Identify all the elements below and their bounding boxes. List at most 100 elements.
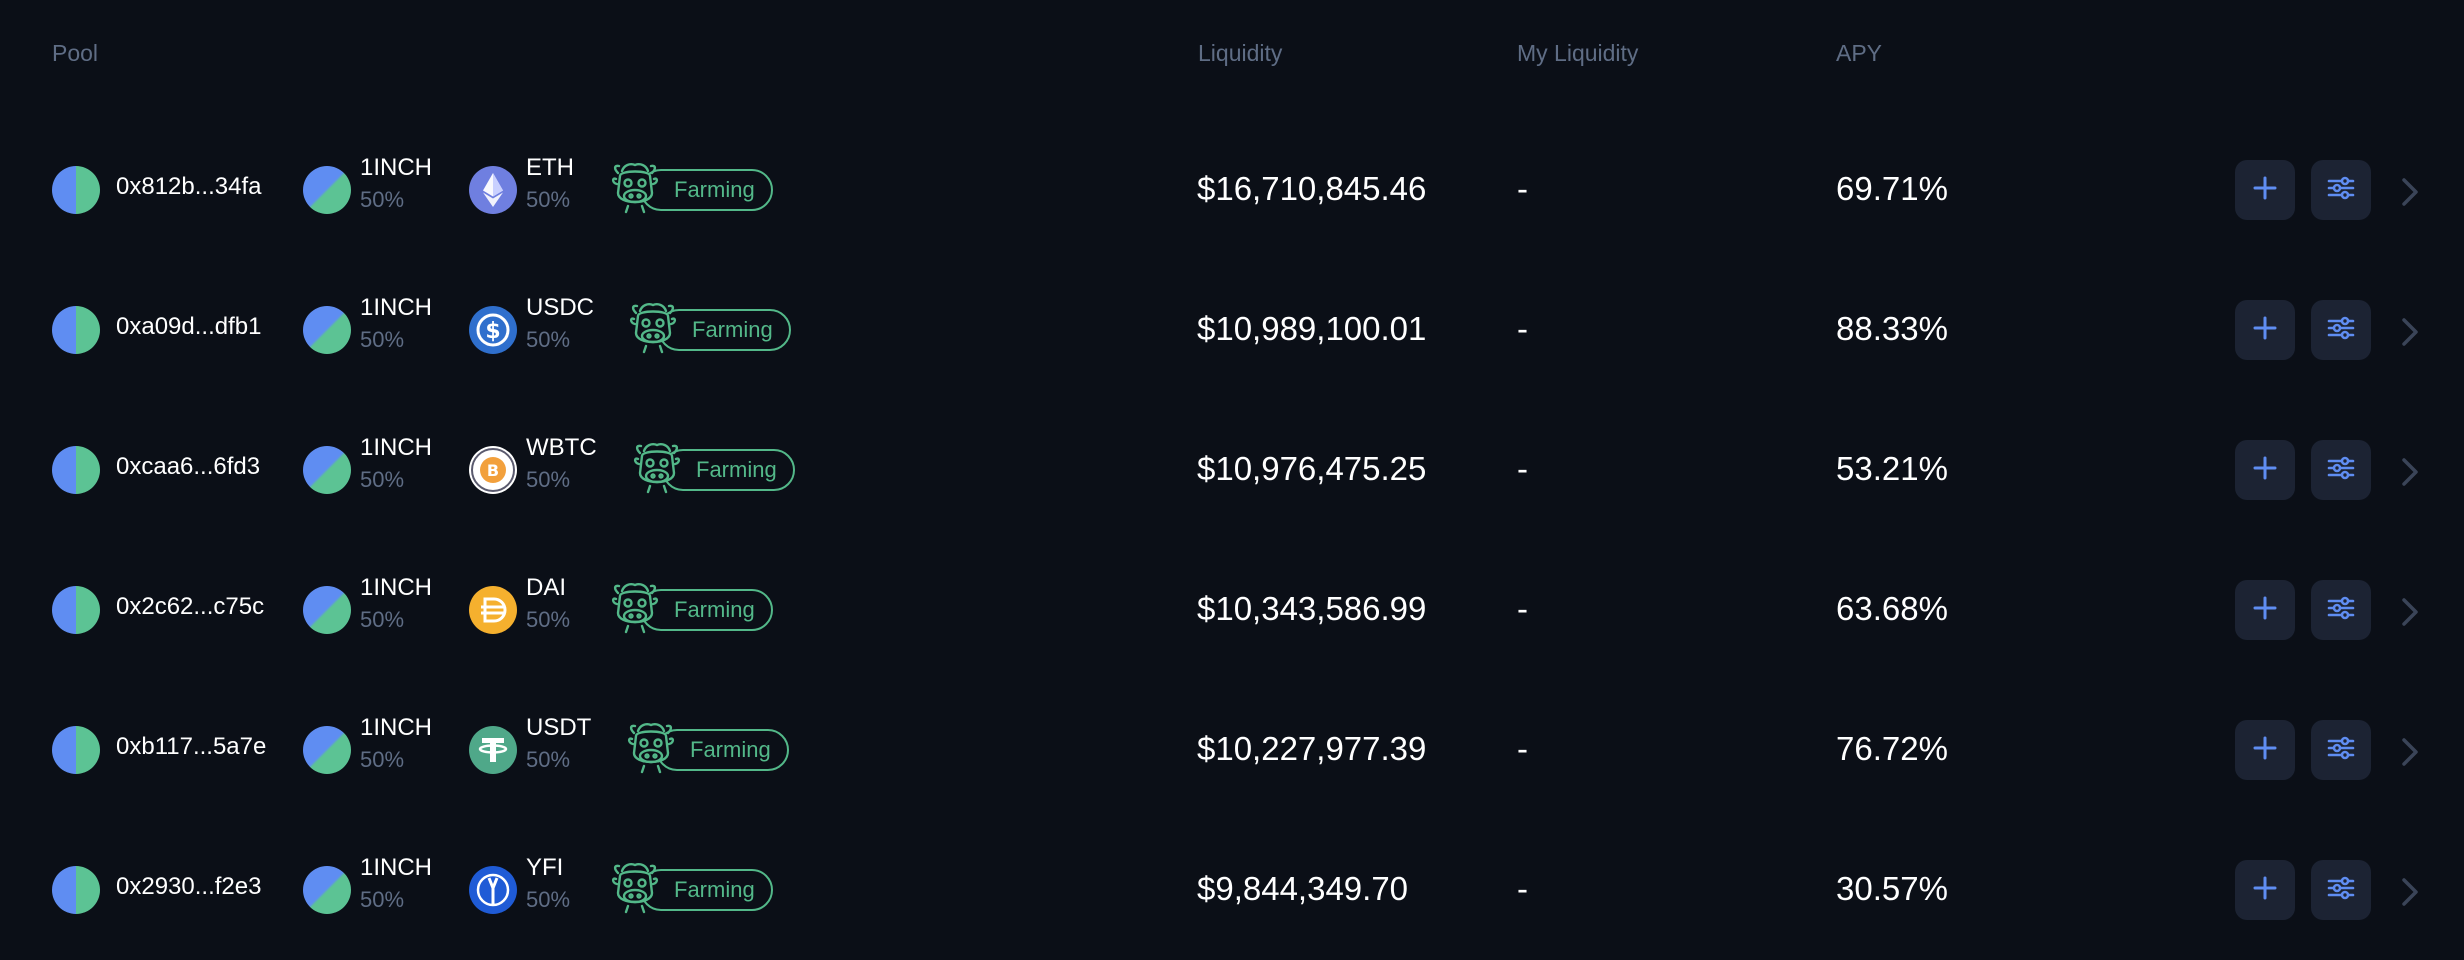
token2-share: 50%	[526, 187, 571, 212]
apy-value: 63.68%	[1836, 590, 1948, 627]
token2-share: 50%	[526, 327, 571, 352]
chevron-right-icon[interactable]	[2396, 732, 2424, 772]
column-header-pool[interactable]: Pool	[52, 40, 98, 67]
column-header-my-liquidity[interactable]: My Liquidity	[1517, 40, 1638, 67]
usdt-icon	[469, 726, 517, 774]
cow-icon	[610, 579, 660, 639]
column-header-apy[interactable]: APY	[1836, 40, 1882, 67]
my-liquidity-value: -	[1517, 310, 1528, 347]
pool-address[interactable]: 0xa09d...dfb1	[116, 313, 261, 341]
token1-symbol: 1INCH	[360, 434, 433, 461]
chevron-right-icon[interactable]	[2396, 312, 2424, 352]
chevron-right-icon[interactable]	[2396, 172, 2424, 212]
manage-liquidity-button[interactable]	[2311, 720, 2371, 780]
pool-address[interactable]: 0x812b...34fa	[116, 173, 261, 201]
token1-symbol: 1INCH	[360, 714, 433, 741]
cow-icon	[610, 159, 660, 219]
cow-icon	[628, 299, 678, 359]
token2-share: 50%	[526, 607, 571, 632]
chevron-right-icon[interactable]	[2396, 872, 2424, 912]
pool-row[interactable]: 0x2930...f2e3 1INCH 50% YFI 50% Farming $9,84…	[0, 820, 2464, 960]
pool-address[interactable]: 0xcaa6...6fd3	[116, 453, 260, 481]
pool-row[interactable]: 0x812b...34fa 1INCH 50% ETH 50% Farming $16,7…	[0, 120, 2464, 260]
apy-value: 76.72%	[1836, 730, 1948, 767]
add-liquidity-button[interactable]	[2235, 300, 2295, 360]
token2-share: 50%	[526, 887, 571, 912]
token1-symbol: 1INCH	[360, 574, 433, 601]
svg-text:B: B	[487, 461, 499, 480]
apy-value: 53.21%	[1836, 450, 1948, 487]
liquidity-value: $10,976,475.25	[1197, 450, 1427, 487]
sliders-icon	[2326, 594, 2356, 627]
column-header-liquidity[interactable]: Liquidity	[1198, 40, 1282, 67]
token2-symbol: USDT	[526, 714, 592, 741]
cow-icon	[610, 859, 660, 919]
chevron-right-icon[interactable]	[2396, 452, 2424, 492]
token1-share: 50%	[360, 887, 405, 912]
apy-value: 30.57%	[1836, 870, 1948, 907]
liquidity-value: $10,989,100.01	[1197, 310, 1427, 347]
add-liquidity-button[interactable]	[2235, 580, 2295, 640]
1inch-icon	[303, 726, 351, 774]
liquidity-value: $10,227,977.39	[1197, 730, 1427, 767]
1inch-icon	[303, 166, 351, 214]
token1-share: 50%	[360, 467, 405, 492]
plus-icon	[2251, 734, 2279, 767]
add-liquidity-button[interactable]	[2235, 160, 2295, 220]
cow-icon	[632, 439, 682, 499]
manage-liquidity-button[interactable]	[2311, 160, 2371, 220]
sliders-icon	[2326, 314, 2356, 347]
sliders-icon	[2326, 874, 2356, 907]
1inch-icon	[303, 866, 351, 914]
token2-share: 50%	[526, 467, 571, 492]
pool-address[interactable]: 0xb117...5a7e	[116, 733, 266, 761]
sliders-icon	[2326, 454, 2356, 487]
sliders-icon	[2326, 734, 2356, 767]
pool-address[interactable]: 0x2930...f2e3	[116, 873, 261, 901]
token2-symbol: YFI	[526, 854, 564, 881]
add-liquidity-button[interactable]	[2235, 440, 2295, 500]
sliders-icon	[2326, 174, 2356, 207]
token2-share: 50%	[526, 747, 571, 772]
wbtc-icon: B	[469, 446, 517, 494]
my-liquidity-value: -	[1517, 870, 1528, 907]
pool-row[interactable]: 0x2c62...c75c 1INCH 50% DAI 50% Farming $10,3…	[0, 540, 2464, 680]
add-liquidity-button[interactable]	[2235, 860, 2295, 920]
token1-symbol: 1INCH	[360, 294, 433, 321]
plus-icon	[2251, 454, 2279, 487]
token1-share: 50%	[360, 747, 405, 772]
chevron-right-icon[interactable]	[2396, 592, 2424, 632]
1inch-icon	[303, 446, 351, 494]
token2-symbol: ETH	[526, 154, 574, 181]
usdc-icon: $	[469, 306, 517, 354]
manage-liquidity-button[interactable]	[2311, 860, 2371, 920]
manage-liquidity-button[interactable]	[2311, 440, 2371, 500]
table-header: Pool Liquidity My Liquidity APY	[0, 0, 2464, 110]
add-liquidity-button[interactable]	[2235, 720, 2295, 780]
yfi-icon	[469, 866, 517, 914]
liquidity-value: $9,844,349.70	[1197, 870, 1409, 907]
dai-icon	[469, 586, 517, 634]
apy-value: 88.33%	[1836, 310, 1948, 347]
pool-row[interactable]: 0xcaa6...6fd3 1INCH 50% B WBTC 50% Farming $10…	[0, 400, 2464, 540]
plus-icon	[2251, 174, 2279, 207]
pool-icon	[52, 586, 100, 634]
pool-address[interactable]: 0x2c62...c75c	[116, 593, 264, 621]
cow-icon	[626, 719, 676, 779]
pool-row[interactable]: 0xb117...5a7e 1INCH 50% USDT 50% Farming $10,…	[0, 680, 2464, 820]
pool-icon	[52, 306, 100, 354]
plus-icon	[2251, 314, 2279, 347]
liquidity-value: $10,343,586.99	[1197, 590, 1427, 627]
pool-row[interactable]: 0xa09d...dfb1 1INCH 50% $ USDC 50% Farming $10…	[0, 260, 2464, 400]
my-liquidity-value: -	[1517, 170, 1528, 207]
token2-symbol: WBTC	[526, 434, 597, 461]
my-liquidity-value: -	[1517, 590, 1528, 627]
1inch-icon	[303, 586, 351, 634]
pool-icon	[52, 446, 100, 494]
liquidity-value: $16,710,845.46	[1197, 170, 1427, 207]
manage-liquidity-button[interactable]	[2311, 300, 2371, 360]
token1-share: 50%	[360, 187, 405, 212]
token2-symbol: DAI	[526, 574, 567, 601]
apy-value: 69.71%	[1836, 170, 1948, 207]
manage-liquidity-button[interactable]	[2311, 580, 2371, 640]
